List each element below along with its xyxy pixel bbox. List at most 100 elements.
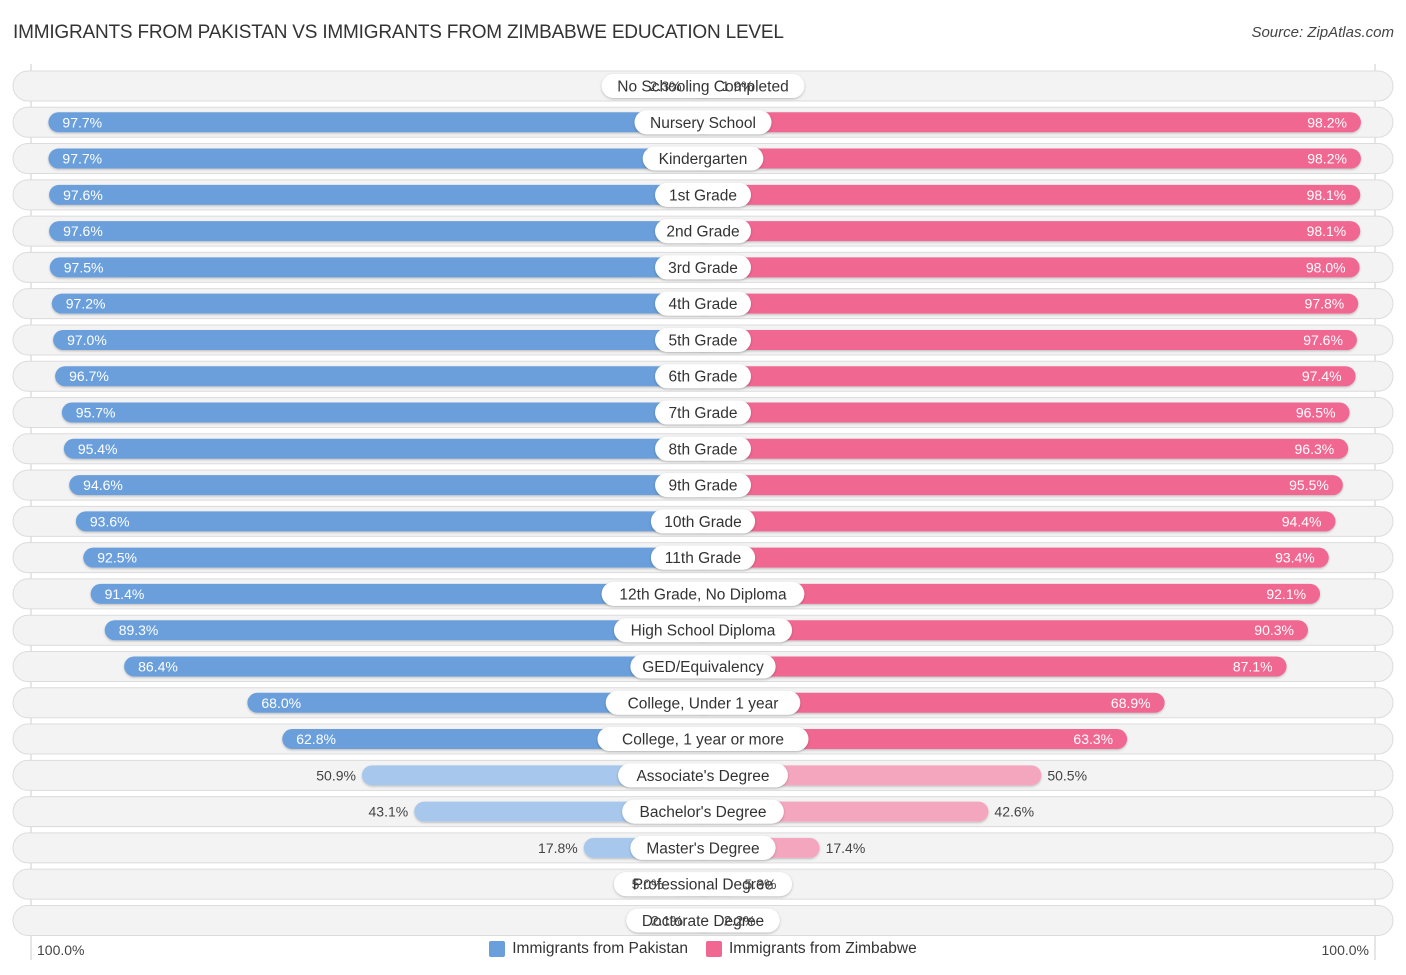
category-label: Kindergarten [659, 151, 748, 168]
value-label-pakistan: 91.4% [105, 586, 145, 602]
diverging-bar-chart: No Schooling Completed2.3% 1.9% Nursery Sc… [12, 64, 1394, 960]
bar-pakistan[interactable] [69, 475, 714, 496]
bar-pakistan[interactable] [75, 511, 713, 532]
value-label-zimbabwe: 97.8% [1305, 296, 1345, 312]
value-label-pakistan: 96.7% [69, 368, 109, 384]
value-label-zimbabwe: 98.0% [1306, 259, 1346, 275]
category-label: Bachelor's Degree [639, 804, 766, 821]
legend-swatch-pakistan [489, 941, 506, 957]
value-label-pakistan: 97.0% [67, 332, 107, 348]
value-label-pakistan: 62.8% [296, 731, 336, 747]
legend-item-pakistan[interactable]: Immigrants from Pakistan [489, 940, 688, 958]
value-label-zimbabwe: 96.5% [1296, 405, 1336, 421]
value-label-zimbabwe: 17.4% [826, 840, 866, 856]
bar-zimbabwe[interactable] [693, 511, 1336, 532]
bar-pakistan[interactable] [55, 366, 714, 387]
bar-zimbabwe[interactable] [693, 148, 1361, 169]
bar-row: 12th Grade, No Diploma 91.4% 92.1% [12, 578, 1394, 610]
value-label-zimbabwe: 97.4% [1302, 368, 1342, 384]
value-label-pakistan: 97.6% [63, 187, 103, 203]
legend-item-zimbabwe[interactable]: Immigrants from Zimbabwe [705, 940, 917, 958]
category-label: 11th Grade [665, 550, 741, 567]
bar-zimbabwe[interactable] [693, 475, 1343, 496]
value-label-zimbabwe: 98.2% [1307, 151, 1347, 167]
value-label-pakistan: 5.0% [632, 876, 664, 892]
value-label-zimbabwe: 97.6% [1303, 332, 1343, 348]
bar-row: Doctorate Degree2.1% 2.2% [12, 904, 1394, 936]
value-label-pakistan: 68.0% [261, 695, 301, 711]
value-label-pakistan: 43.1% [369, 804, 409, 820]
bar-row: 3rd Grade 97.5% 98.0% [12, 251, 1394, 283]
value-label-zimbabwe: 68.9% [1111, 695, 1151, 711]
value-label-zimbabwe: 96.3% [1295, 441, 1335, 457]
category-label: No Schooling Completed [617, 79, 788, 96]
value-label-zimbabwe: 5.3% [745, 876, 777, 892]
bar-zimbabwe[interactable] [693, 329, 1357, 350]
category-label: College, Under 1 year [628, 695, 779, 712]
bar-row: Professional Degree5.0% 5.3% [12, 868, 1394, 900]
category-label: 2nd Grade [666, 224, 739, 241]
category-label: Nursery School [650, 115, 756, 132]
category-label: 9th Grade [669, 478, 738, 495]
bar-zimbabwe[interactable] [693, 293, 1359, 314]
bar-zimbabwe[interactable] [693, 438, 1349, 459]
bar-pakistan[interactable] [63, 438, 713, 459]
bar-pakistan[interactable] [83, 547, 713, 568]
bar-pakistan[interactable] [49, 184, 713, 205]
bar-row: No Schooling Completed2.3% 1.9% [12, 70, 1394, 102]
bar-row: 10th Grade 93.6% 94.4% [12, 505, 1394, 537]
category-label: High School Diploma [631, 623, 776, 640]
bar-pakistan[interactable] [61, 402, 714, 423]
bar-row: 8th Grade 95.4% 96.3% [12, 433, 1394, 465]
value-label-pakistan: 86.4% [138, 658, 178, 674]
category-label: 12th Grade, No Diploma [619, 586, 787, 603]
value-label-pakistan: 95.4% [78, 441, 118, 457]
legend: Immigrants from Pakistan Immigrants from… [0, 940, 1406, 958]
value-label-pakistan: 97.7% [62, 114, 102, 130]
value-label-pakistan: 17.8% [538, 840, 578, 856]
bar-row: 11th Grade 92.5% 93.4% [12, 542, 1394, 574]
bar-zimbabwe[interactable] [693, 402, 1350, 423]
value-label-zimbabwe: 92.1% [1266, 586, 1306, 602]
value-label-zimbabwe: 98.1% [1307, 187, 1347, 203]
value-label-pakistan: 94.6% [83, 477, 123, 493]
bar-row: 7th Grade 95.7% 96.5% [12, 397, 1394, 429]
value-label-zimbabwe: 2.2% [724, 912, 756, 928]
category-label: 5th Grade [669, 332, 738, 349]
legend-label-zimbabwe: Immigrants from Zimbabwe [728, 940, 917, 957]
value-label-zimbabwe: 63.3% [1073, 731, 1113, 747]
category-label: College, 1 year or more [622, 732, 784, 749]
bar-zimbabwe[interactable] [693, 221, 1361, 242]
legend-swatch-zimbabwe [705, 941, 722, 957]
value-label-pakistan: 93.6% [90, 513, 130, 529]
bar-pakistan[interactable] [53, 329, 714, 350]
bar-pakistan[interactable] [51, 293, 713, 314]
value-label-pakistan: 89.3% [119, 622, 159, 638]
bar-zimbabwe[interactable] [693, 257, 1360, 278]
bar-zimbabwe[interactable] [693, 366, 1356, 387]
bar-row: Kindergarten 97.7% 98.2% [12, 143, 1394, 175]
category-label: 7th Grade [669, 405, 738, 422]
value-label-pakistan: 97.7% [62, 151, 102, 167]
bar-pakistan[interactable] [48, 148, 714, 169]
bar-row: College, 1 year or more 62.8% 63.3% [12, 723, 1394, 755]
bar-pakistan[interactable] [49, 257, 713, 278]
bar-row: Master's Degree 17.8% 17.4% [12, 832, 1394, 864]
bar-row: Bachelor's Degree 43.1% 42.6% [12, 796, 1394, 828]
value-label-pakistan: 95.7% [76, 405, 116, 421]
bar-pakistan[interactable] [124, 656, 714, 677]
bar-zimbabwe[interactable] [693, 656, 1287, 677]
bar-pakistan[interactable] [49, 221, 713, 242]
value-label-pakistan: 92.5% [97, 550, 137, 566]
bar-zimbabwe[interactable] [693, 184, 1361, 205]
category-label: 6th Grade [669, 369, 738, 386]
bar-zimbabwe[interactable] [693, 547, 1329, 568]
value-label-zimbabwe: 50.5% [1047, 767, 1087, 783]
category-label: 3rd Grade [668, 260, 738, 277]
value-label-zimbabwe: 42.6% [994, 804, 1034, 820]
value-label-zimbabwe: 93.4% [1275, 550, 1315, 566]
category-label: GED/Equivalency [642, 659, 764, 676]
bar-zimbabwe[interactable] [693, 112, 1361, 133]
bar-pakistan[interactable] [48, 112, 714, 133]
value-label-pakistan: 97.2% [66, 296, 106, 312]
